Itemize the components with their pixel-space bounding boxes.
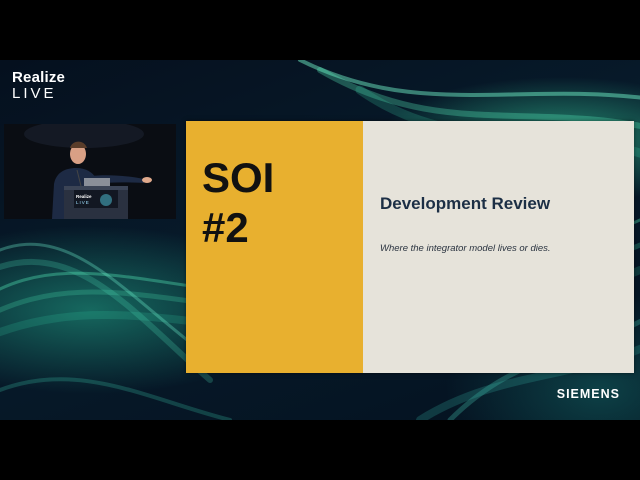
slide-soi-label: SOI #2 [202,153,274,253]
slide-content-panel: Development Review Where the integrator … [363,121,634,373]
slide-soi: SOI [202,154,275,201]
logo-line2: LIVE [12,85,57,102]
siemens-logo: SIEMENS [556,387,620,401]
podium-logo-line1: Realize [76,194,92,199]
presentation-stage: Realize LIVE Realize LIVE SOI #2 Develop… [0,60,640,420]
wave-line [0,377,232,420]
speaker-video-frame: Realize LIVE [4,124,176,219]
logo-line1: Realize [12,69,66,86]
wave-line [298,60,640,100]
slide-title-panel: SOI #2 [186,121,363,373]
speaker-video: Realize LIVE [4,124,176,219]
slide-subtitle: Where the integrator model lives or dies… [380,243,551,254]
slide-heading: Development Review [380,194,551,213]
podium-logo-line2: LIVE [76,200,90,205]
realize-live-logo: Realize LIVE [12,70,65,101]
slide-number: #2 [202,204,249,251]
presentation-slide: SOI #2 Development Review Where the inte… [186,121,634,373]
